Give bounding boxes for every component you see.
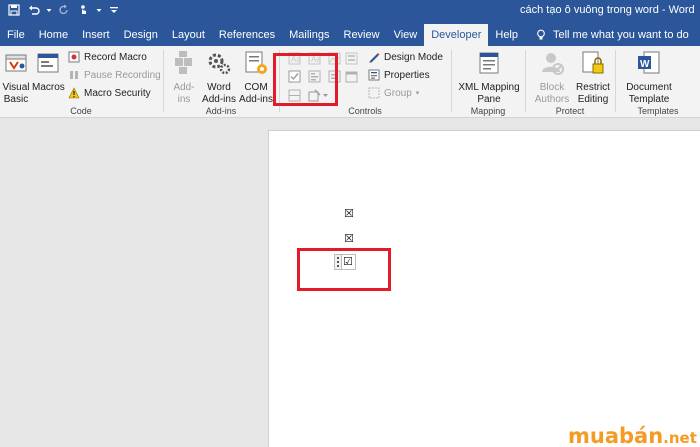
undo-icon[interactable] xyxy=(26,2,42,18)
group-label-mapping: Mapping xyxy=(470,106,506,116)
checkbox-checked-2[interactable]: ☒ xyxy=(344,233,355,244)
visual-basic-button[interactable]: Visual Basic xyxy=(2,50,30,106)
macro-security-button[interactable]: Macro Security xyxy=(68,87,151,99)
properties-button[interactable]: Properties xyxy=(368,69,430,81)
group-label-protect: Protect xyxy=(555,106,585,116)
touch-dropdown-icon[interactable] xyxy=(96,2,102,18)
visual-basic-label: Visual Basic xyxy=(2,82,30,105)
tab-developer[interactable]: Developer xyxy=(424,24,489,46)
tab-help[interactable]: Help xyxy=(488,24,525,46)
svg-text:W: W xyxy=(640,59,650,70)
watermark-logo: muabán.net xyxy=(568,424,697,447)
tell-me-text: Tell me what you want to do xyxy=(553,29,689,41)
save-icon[interactable] xyxy=(6,2,22,18)
word-add-ins-button[interactable]: Word Add-ins xyxy=(202,50,236,106)
design-mode-icon xyxy=(369,53,380,63)
tab-file[interactable]: File xyxy=(0,24,32,46)
lock-document-icon xyxy=(582,51,604,74)
tab-review[interactable]: Review xyxy=(337,24,387,46)
group-label-addins: Add-ins xyxy=(205,106,237,116)
record-macro-button[interactable]: Record Macro xyxy=(68,51,147,63)
highlight-controls xyxy=(273,53,338,106)
gears-icon xyxy=(208,53,231,75)
tell-me-box[interactable]: Tell me what you want to do xyxy=(525,24,689,46)
customize-qat-icon[interactable] xyxy=(106,2,122,18)
com-add-ins-button[interactable]: COM Add-ins xyxy=(238,50,274,106)
group-icon xyxy=(368,87,380,99)
document-template-label: Document Template xyxy=(626,82,672,105)
add-ins-icon xyxy=(175,51,192,74)
xml-mapping-pane-button[interactable]: XML Mapping Pane xyxy=(456,50,522,106)
group-label-code: Code xyxy=(70,106,92,116)
title-bar: cách tạo ô vuông trong word - Word xyxy=(0,0,700,22)
tab-home[interactable]: Home xyxy=(32,24,75,46)
group-code: Visual Basic Macros Record Macro Pause R… xyxy=(0,46,162,118)
add-ins-label: Add- ins xyxy=(173,82,195,105)
group-addins: Add- ins Word Add-ins COM Add-ins Add-in… xyxy=(164,46,278,118)
restrict-editing-label: Restrict Editing xyxy=(576,82,610,105)
tab-design[interactable]: Design xyxy=(117,24,165,46)
lightbulb-icon xyxy=(537,29,545,40)
macros-icon xyxy=(37,53,59,73)
pause-icon xyxy=(70,71,78,79)
visual-basic-icon xyxy=(5,54,27,72)
word-template-icon: W xyxy=(638,51,660,74)
group-label-templates: Templates xyxy=(637,106,679,116)
macros-button[interactable]: Macros xyxy=(32,50,65,94)
ribbon-tabs: File Home Insert Design Layout Reference… xyxy=(0,22,700,46)
redo-icon[interactable] xyxy=(56,2,72,18)
record-macro-icon xyxy=(68,51,80,63)
warning-icon xyxy=(68,87,80,99)
restrict-editing-button[interactable]: Restrict Editing xyxy=(574,50,612,106)
tab-view[interactable]: View xyxy=(387,24,425,46)
block-authors-button[interactable]: Block Authors xyxy=(532,50,572,106)
document-title: cách tạo ô vuông trong word - Word xyxy=(520,4,695,16)
macros-label: Macros xyxy=(32,82,65,93)
design-mode-button[interactable]: Design Mode xyxy=(368,51,443,63)
xml-mapping-label: XML Mapping Pane xyxy=(458,82,520,105)
pause-recording-button[interactable]: Pause Recording xyxy=(68,69,161,81)
building-block-control-icon[interactable] xyxy=(345,52,358,65)
group-mapping: XML Mapping Pane Mapping xyxy=(452,46,524,118)
highlight-checkbox xyxy=(297,248,391,291)
xml-mapping-icon xyxy=(479,52,499,74)
undo-dropdown-icon[interactable] xyxy=(46,2,52,18)
date-picker-control-icon[interactable] xyxy=(345,70,358,83)
com-add-ins-label: COM Add-ins xyxy=(239,82,273,105)
properties-icon xyxy=(368,69,380,81)
group-protect: Block Authors Restrict Editing Protect xyxy=(526,46,614,118)
touch-mode-icon[interactable] xyxy=(76,2,92,18)
block-authors-label: Block Authors xyxy=(534,82,570,105)
tab-mailings[interactable]: Mailings xyxy=(282,24,336,46)
group-button[interactable]: Group ▾ xyxy=(368,87,419,99)
ribbon: Visual Basic Macros Record Macro Pause R… xyxy=(0,46,700,118)
group-templates: W Document Template Templates xyxy=(616,46,700,118)
document-template-button[interactable]: W Document Template xyxy=(620,50,678,106)
tab-insert[interactable]: Insert xyxy=(75,24,117,46)
tab-references[interactable]: References xyxy=(212,24,282,46)
block-authors-icon xyxy=(542,53,564,75)
com-add-ins-icon xyxy=(245,51,267,74)
word-add-ins-label: Word Add-ins xyxy=(202,82,236,105)
tab-layout[interactable]: Layout xyxy=(165,24,212,46)
checkbox-checked-1[interactable]: ☒ xyxy=(344,208,355,219)
group-label-controls: Controls xyxy=(348,106,382,116)
add-ins-button[interactable]: Add- ins xyxy=(170,50,198,106)
chevron-down-icon: ▾ xyxy=(415,90,420,97)
quick-access-toolbar xyxy=(6,2,122,18)
